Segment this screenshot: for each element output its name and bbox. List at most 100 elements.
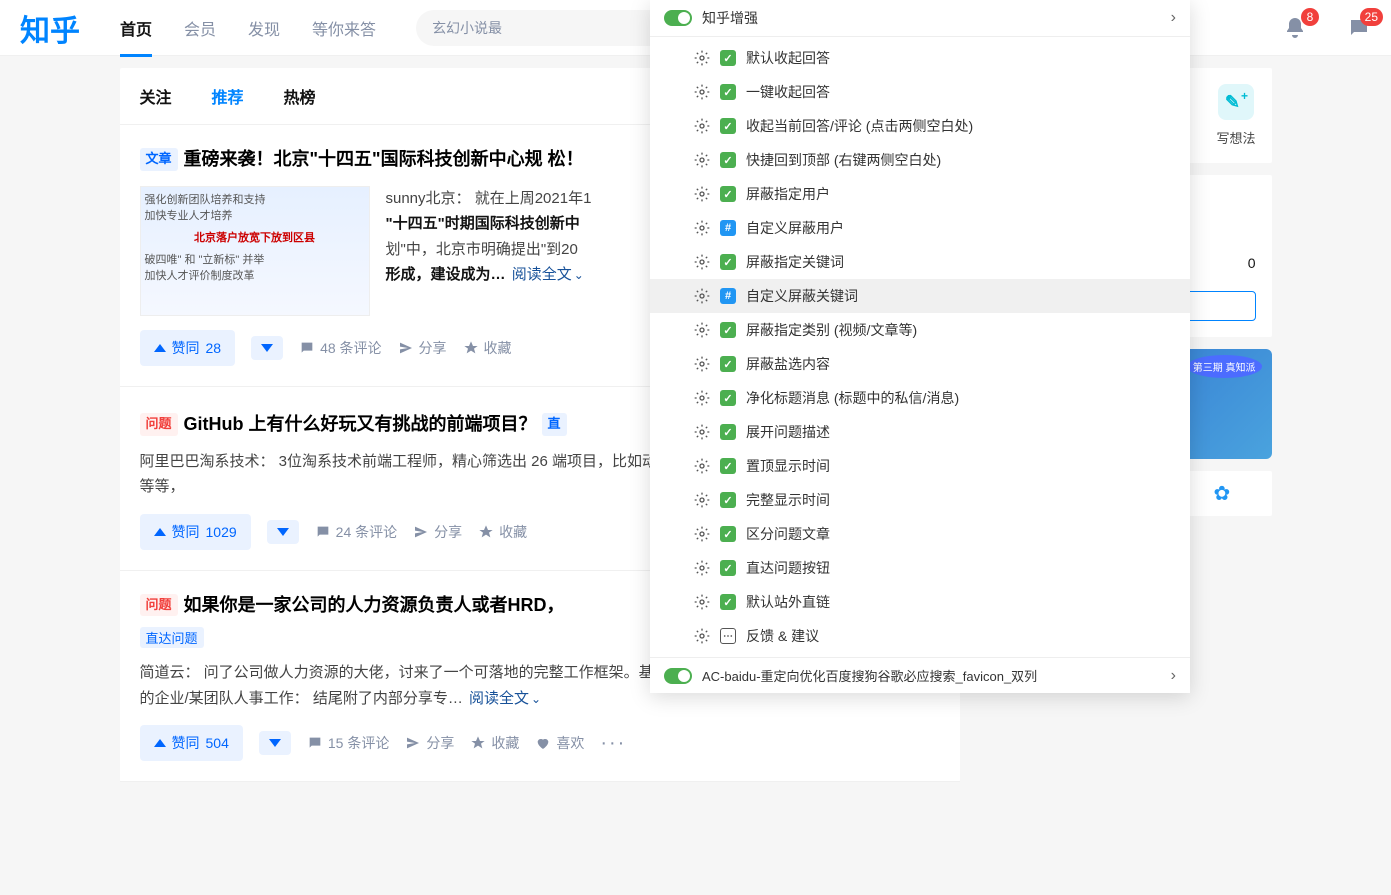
extension-menu: 知乎增强 › ✓ 默认收起回答 ✓ 一键收起回答 ✓ 收起当前回答/评论 (点击两侧空白处… <box>650 0 1190 693</box>
checkbox-icon: ✓ <box>720 152 736 168</box>
menu-title: 知乎增强 <box>702 8 1161 28</box>
downvote-button[interactable] <box>259 731 291 755</box>
menu-item[interactable]: ✓屏蔽指定类别 (视频/文章等) <box>650 313 1190 347</box>
upvote-button[interactable]: 赞同 1029 <box>140 514 251 550</box>
toggle-switch[interactable] <box>664 10 692 26</box>
menu-item-label: 展开问题描述 <box>746 422 830 442</box>
triangle-up-icon <box>154 739 166 747</box>
checkbox-icon: ✓ <box>720 390 736 406</box>
read-all-link[interactable]: 阅读全文⌄ <box>512 266 584 283</box>
menu-item[interactable]: ✓ 完整显示时间 <box>650 483 1190 517</box>
nav-discover[interactable]: 发现 <box>248 0 280 56</box>
write-icon: ✎ <box>1218 84 1254 120</box>
checkbox-icon: ✓ <box>720 254 736 270</box>
tag-question: 问题 <box>140 413 178 436</box>
tag-article: 文章 <box>140 148 178 171</box>
triangle-up-icon <box>154 528 166 536</box>
message-badge: 25 <box>1360 8 1383 26</box>
menu-item-label: 屏蔽盐选内容 <box>746 354 830 374</box>
notification-icon[interactable]: 8 <box>1283 16 1307 40</box>
comments-action[interactable]: 48 条评论 <box>299 338 381 358</box>
triangle-up-icon <box>154 344 166 352</box>
tag-direct-question[interactable]: 直达问题 <box>140 627 204 648</box>
menu-item[interactable]: # 自定义屏蔽关键词 <box>650 279 1190 313</box>
checkbox-icon: # <box>720 288 736 304</box>
menu-item[interactable]: ✓ 置顶显示时间 <box>650 449 1190 483</box>
share-action[interactable]: 分享 <box>413 522 462 542</box>
checkbox-icon: ✓ <box>720 560 736 576</box>
checkbox-icon: ✓ <box>720 118 736 134</box>
main-nav: 首页 会员 发现 等你来答 <box>120 0 376 56</box>
tab-follow[interactable]: 关注 <box>140 84 172 108</box>
menu-item-label: 完整显示时间 <box>746 490 830 510</box>
menu-item[interactable]: ✓ 默认站外直链 <box>650 585 1190 619</box>
checkbox-icon: ✓ <box>720 356 736 372</box>
menu-item-label: 屏蔽指定关键词 <box>746 252 844 272</box>
toggle-switch[interactable] <box>664 668 692 684</box>
tag-direct[interactable]: 直 <box>542 413 567 436</box>
menu-footer-item[interactable]: AC-baidu-重定向优化百度搜狗谷歌必应搜索_favicon_双列 › <box>650 657 1190 693</box>
read-all-link[interactable]: 阅读全文⌄ <box>469 690 541 707</box>
checkbox-icon: # <box>720 220 736 236</box>
menu-header[interactable]: 知乎增强 › <box>650 0 1190 37</box>
menu-item-label: 收起当前回答/评论 (点击两侧空白处) <box>746 116 973 136</box>
more-icon[interactable]: ··· <box>600 732 626 755</box>
checkbox-icon: ✓ <box>720 322 736 338</box>
menu-item-label: 屏蔽指定用户 <box>746 184 830 204</box>
menu-item[interactable]: ✓ 收起当前回答/评论 (点击两侧空白处) <box>650 109 1190 143</box>
message-icon[interactable]: 25 <box>1347 16 1371 40</box>
write-idea-button[interactable]: ✎ 写想法 <box>1216 84 1255 147</box>
checkbox-icon: ✓ <box>720 424 736 440</box>
menu-item-label: 默认站外直链 <box>746 592 830 612</box>
menu-item[interactable]: ✓净化标题消息 (标题中的私信/消息) <box>650 381 1190 415</box>
chevron-right-icon[interactable]: › <box>1171 9 1176 27</box>
checkbox-icon: ✓ <box>720 84 736 100</box>
upvote-button[interactable]: 赞同 28 <box>140 330 236 366</box>
like-action[interactable]: 喜欢 <box>535 733 584 753</box>
menu-item[interactable]: # 自定义屏蔽用户 <box>650 211 1190 245</box>
tab-recommend[interactable]: 推荐 <box>212 84 244 108</box>
menu-item-label: 自定义屏蔽关键词 <box>746 286 858 306</box>
favorite-action[interactable]: 收藏 <box>478 522 527 542</box>
share-action[interactable]: 分享 <box>405 733 454 753</box>
menu-item[interactable]: ✓ 屏蔽指定关键词 <box>650 245 1190 279</box>
menu-item[interactable]: ✓区分问题文章 <box>650 517 1190 551</box>
favorite-action[interactable]: 收藏 <box>463 338 512 358</box>
downvote-button[interactable] <box>251 336 283 360</box>
triangle-down-icon <box>261 344 273 352</box>
tab-hot[interactable]: 热榜 <box>284 84 316 108</box>
downvote-button[interactable] <box>267 520 299 544</box>
pinwheel-icon[interactable]: ✿ <box>1214 481 1231 506</box>
nav-home[interactable]: 首页 <box>120 0 152 56</box>
comments-action[interactable]: 24 条评论 <box>315 522 397 542</box>
checkbox-icon: ✓ <box>720 458 736 474</box>
checkbox-icon: ✓ <box>720 492 736 508</box>
checkbox-icon: ✓ <box>720 50 736 66</box>
menu-item[interactable]: ✓ 默认收起回答 <box>650 41 1190 75</box>
menu-item[interactable]: ✓ 一键收起回答 <box>650 75 1190 109</box>
nav-vip[interactable]: 会员 <box>184 0 216 56</box>
share-action[interactable]: 分享 <box>398 338 447 358</box>
checkbox-icon: ✓ <box>720 594 736 610</box>
menu-item[interactable]: ✓快捷回到顶部 (右键两侧空白处) <box>650 143 1190 177</box>
menu-item[interactable]: ✓ 屏蔽指定用户 <box>650 177 1190 211</box>
nav-answer[interactable]: 等你来答 <box>312 0 376 56</box>
menu-item[interactable]: ✓ 展开问题描述 <box>650 415 1190 449</box>
comments-action[interactable]: 15 条评论 <box>307 733 389 753</box>
upvote-button[interactable]: 赞同 504 <box>140 725 243 761</box>
menu-item[interactable]: ⋯反馈 & 建议 <box>650 619 1190 653</box>
promo-badge: 第三期 真知派 <box>1187 355 1262 378</box>
menu-item[interactable]: ✓ 屏蔽盐选内容 <box>650 347 1190 381</box>
menu-item-label: 默认收起回答 <box>746 48 830 68</box>
menu-item-label: 置顶显示时间 <box>746 456 830 476</box>
menu-item[interactable]: ✓直达问题按钮 <box>650 551 1190 585</box>
checkbox-icon: ✓ <box>720 186 736 202</box>
logo[interactable]: 知乎 <box>20 6 80 50</box>
menu-item-label: 反馈 & 建议 <box>746 626 819 646</box>
favorite-action[interactable]: 收藏 <box>470 733 519 753</box>
post-thumbnail[interactable]: 强化创新团队培养和支持 加快专业人才培养 北京落户放宽下放到区县 破四唯" 和 … <box>140 186 370 316</box>
notification-badge: 8 <box>1301 8 1319 26</box>
menu-item-label: 自定义屏蔽用户 <box>746 218 844 238</box>
chevron-right-icon: › <box>1171 667 1176 685</box>
menu-item-label: 一键收起回答 <box>746 82 830 102</box>
